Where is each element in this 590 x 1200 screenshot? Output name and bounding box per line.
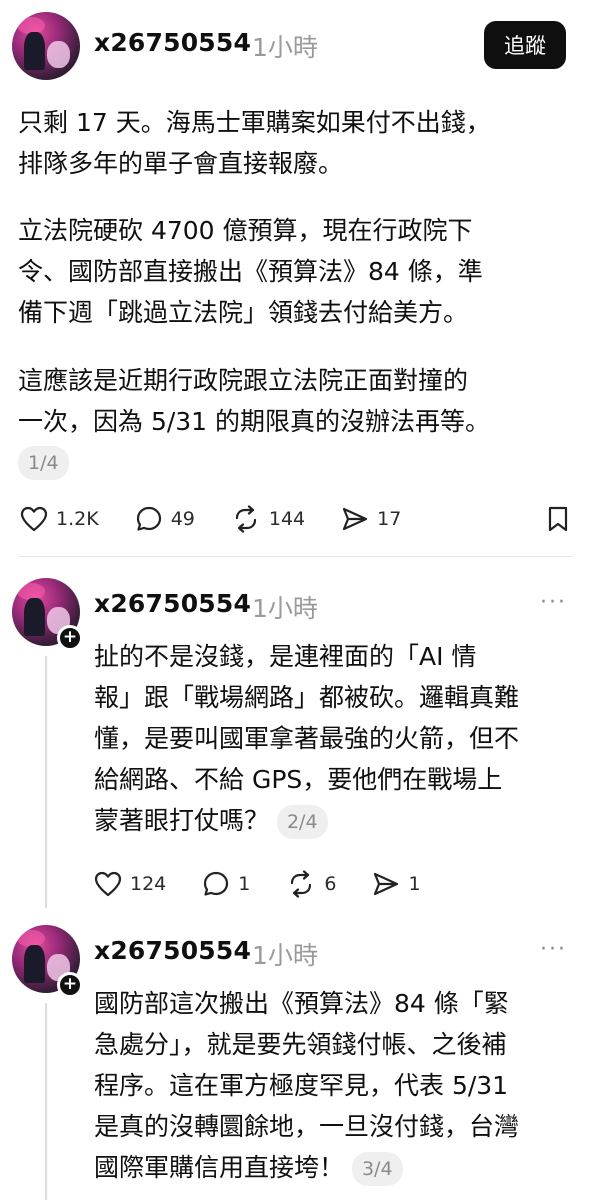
text-line: 一次，因為 5/31 的期限真的沒辦法再等。 — [18, 407, 491, 436]
text-line: 備下週「跳過立法院」領錢去付給美方。 — [18, 298, 469, 327]
reply-text: 國防部這次搬出《預算法》84 條「緊 急處分」，就是要先領錢付帳、之後補 程序。… — [94, 983, 519, 1188]
more-icon[interactable]: ··· — [540, 590, 567, 615]
text-line: 令、國防部直接搬出《預算法》84 條，準 — [18, 257, 483, 286]
heart-icon — [20, 506, 48, 532]
text-line: 懂，是要叫國軍拿著最強的火箭，但不 — [94, 724, 520, 753]
text-line: 這應該是近期行政院跟立法院正面對撞的 — [18, 366, 469, 395]
comment-icon — [204, 871, 229, 896]
comment-icon — [136, 506, 161, 531]
thread-line — [45, 1003, 47, 1200]
thread-line — [45, 656, 47, 908]
bookmark-button[interactable] — [546, 505, 570, 533]
repost-icon — [235, 505, 256, 533]
reply-username[interactable]: x26750554 — [94, 936, 251, 965]
like-count: 1.2K — [56, 508, 99, 530]
comment-button[interactable]: 49 — [135, 505, 195, 533]
share-icon — [374, 872, 399, 896]
plus-icon[interactable]: + — [57, 625, 83, 651]
post-actions: 1.2K 49 144 17 — [20, 505, 570, 533]
like-button[interactable]: 124 — [94, 871, 166, 897]
share-icon — [343, 507, 368, 531]
post-time: 1小時 — [252, 33, 318, 62]
comment-count: 49 — [170, 508, 195, 530]
page-badge: 1/4 — [18, 446, 69, 480]
plus-icon[interactable]: + — [57, 972, 83, 998]
bookmark-icon — [548, 506, 568, 532]
post-divider — [18, 556, 572, 557]
text-line: 扯的不是沒錢，是連裡面的「AI 情 — [94, 642, 477, 671]
reply-text: 扯的不是沒錢，是連裡面的「AI 情 報」跟「戰場網路」都被砍。邏輯真難 懂，是要… — [94, 636, 519, 841]
text-line: 是真的沒轉圜餘地，一旦沒付錢，台灣 — [94, 1112, 520, 1141]
repost-count: 144 — [268, 508, 306, 530]
text-line: 立法院硬砍 4700 億預算，現在行政院下 — [18, 216, 473, 245]
text-line: 只剩 17 天。海馬士軍購案如果付不出錢， — [18, 108, 491, 137]
like-count: 124 — [130, 873, 167, 895]
repost-button[interactable]: 6 — [286, 870, 336, 898]
post-paragraph-2: 立法院硬砍 4700 億預算，現在行政院下 令、國防部直接搬出《預算法》84 條… — [18, 210, 483, 333]
repost-button[interactable]: 144 — [231, 505, 305, 533]
reply-time: 1小時 — [252, 941, 318, 970]
comment-count: 1 — [238, 873, 251, 895]
like-button[interactable]: 1.2K — [20, 506, 99, 532]
repost-count: 6 — [324, 873, 337, 895]
page-badge: 2/4 — [276, 805, 328, 839]
follow-button[interactable]: 追蹤 — [484, 21, 566, 69]
comment-button[interactable]: 1 — [202, 870, 250, 898]
reply-username[interactable]: x26750554 — [94, 589, 251, 618]
post-paragraph-1: 只剩 17 天。海馬士軍購案如果付不出錢， 排隊多年的單子會直接報廢。 — [18, 102, 491, 184]
text-line: 國際軍購信用直接垮！ — [94, 1153, 345, 1182]
text-line: 報」跟「戰場網路」都被砍。邏輯真難 — [94, 683, 520, 712]
text-line: 急處分」，就是要先領錢付帳、之後補 — [94, 1030, 507, 1059]
more-icon[interactable]: ··· — [540, 937, 567, 962]
post-paragraph-3: 這應該是近期行政院跟立法院正面對撞的 一次，因為 5/31 的期限真的沒辦法再等… — [18, 360, 490, 442]
avatar[interactable] — [12, 12, 80, 80]
share-count: 17 — [377, 508, 402, 530]
post-username[interactable]: x26750554 — [94, 28, 251, 57]
reply-actions: 124 1 6 1 — [94, 870, 421, 898]
share-button[interactable]: 17 — [341, 506, 401, 532]
text-line: 國防部這次搬出《預算法》84 條「緊 — [94, 989, 509, 1018]
text-line: 程序。這在軍方極度罕見，代表 5/31 — [94, 1071, 509, 1100]
repost-icon — [291, 870, 312, 898]
text-line: 蒙著眼打仗嗎？ — [94, 806, 270, 835]
page-badge: 3/4 — [351, 1152, 403, 1186]
text-line: 給網路、不給 GPS，要他們在戰場上 — [94, 765, 503, 794]
share-count: 1 — [408, 873, 421, 895]
share-button[interactable]: 1 — [372, 871, 421, 897]
text-line: 排隊多年的單子會直接報廢。 — [18, 149, 344, 178]
reply-time: 1小時 — [252, 594, 318, 623]
heart-icon — [94, 871, 122, 897]
